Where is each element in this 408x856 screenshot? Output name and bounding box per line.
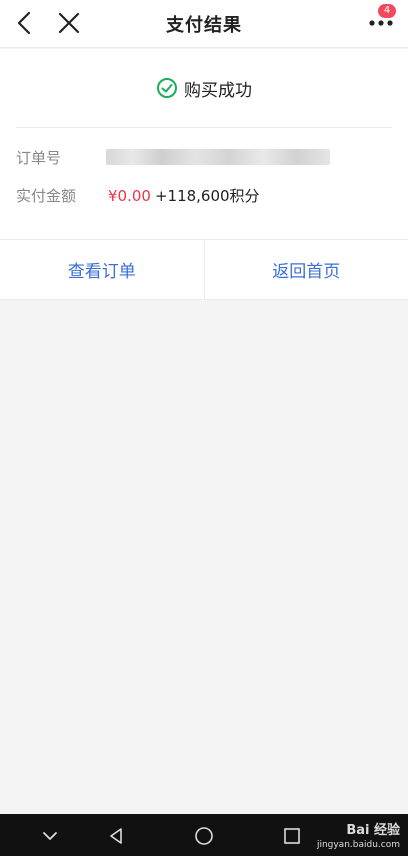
amount-label: 实付金额 — [16, 187, 77, 205]
navigation-bar: 支付结果 4 — [0, 0, 408, 48]
amount-money: ¥0.00 — [108, 187, 151, 205]
home-circle-icon[interactable] — [194, 826, 214, 846]
system-navigation-bar: Bai 经验 jingyan.baidu.com — [0, 814, 408, 856]
order-number-label: 订单号 — [16, 149, 62, 167]
page-title: 支付结果 — [166, 15, 242, 36]
check-circle-icon — [157, 78, 177, 98]
watermark-brand: Bai 经验 — [346, 823, 400, 838]
view-order-button[interactable]: 查看订单 — [0, 240, 204, 299]
back-home-button[interactable]: 返回首页 — [203, 240, 408, 299]
payment-result-card: 购买成功 订单号 实付金额 ¥0.00 +118,600积分 — [0, 49, 408, 239]
watermark-url: jingyan.baidu.com — [316, 840, 400, 850]
more-icon[interactable] — [368, 18, 394, 28]
chevron-down-icon[interactable] — [40, 826, 60, 846]
notification-badge: 4 — [378, 4, 396, 18]
action-buttons: 查看订单 返回首页 — [0, 239, 408, 300]
order-number-value-blurred — [106, 149, 330, 165]
recent-apps-icon[interactable] — [282, 826, 302, 846]
amount-points: +118,600积分 — [154, 187, 260, 205]
divider — [16, 127, 392, 128]
success-text: 购买成功 — [184, 80, 252, 101]
baidu-jingyan-watermark: Bai 经验 jingyan.baidu.com — [317, 824, 400, 852]
system-back-icon[interactable] — [106, 826, 126, 846]
success-status: 购买成功 — [0, 74, 408, 102]
amount-value: ¥0.00 +118,600积分 — [108, 185, 260, 206]
